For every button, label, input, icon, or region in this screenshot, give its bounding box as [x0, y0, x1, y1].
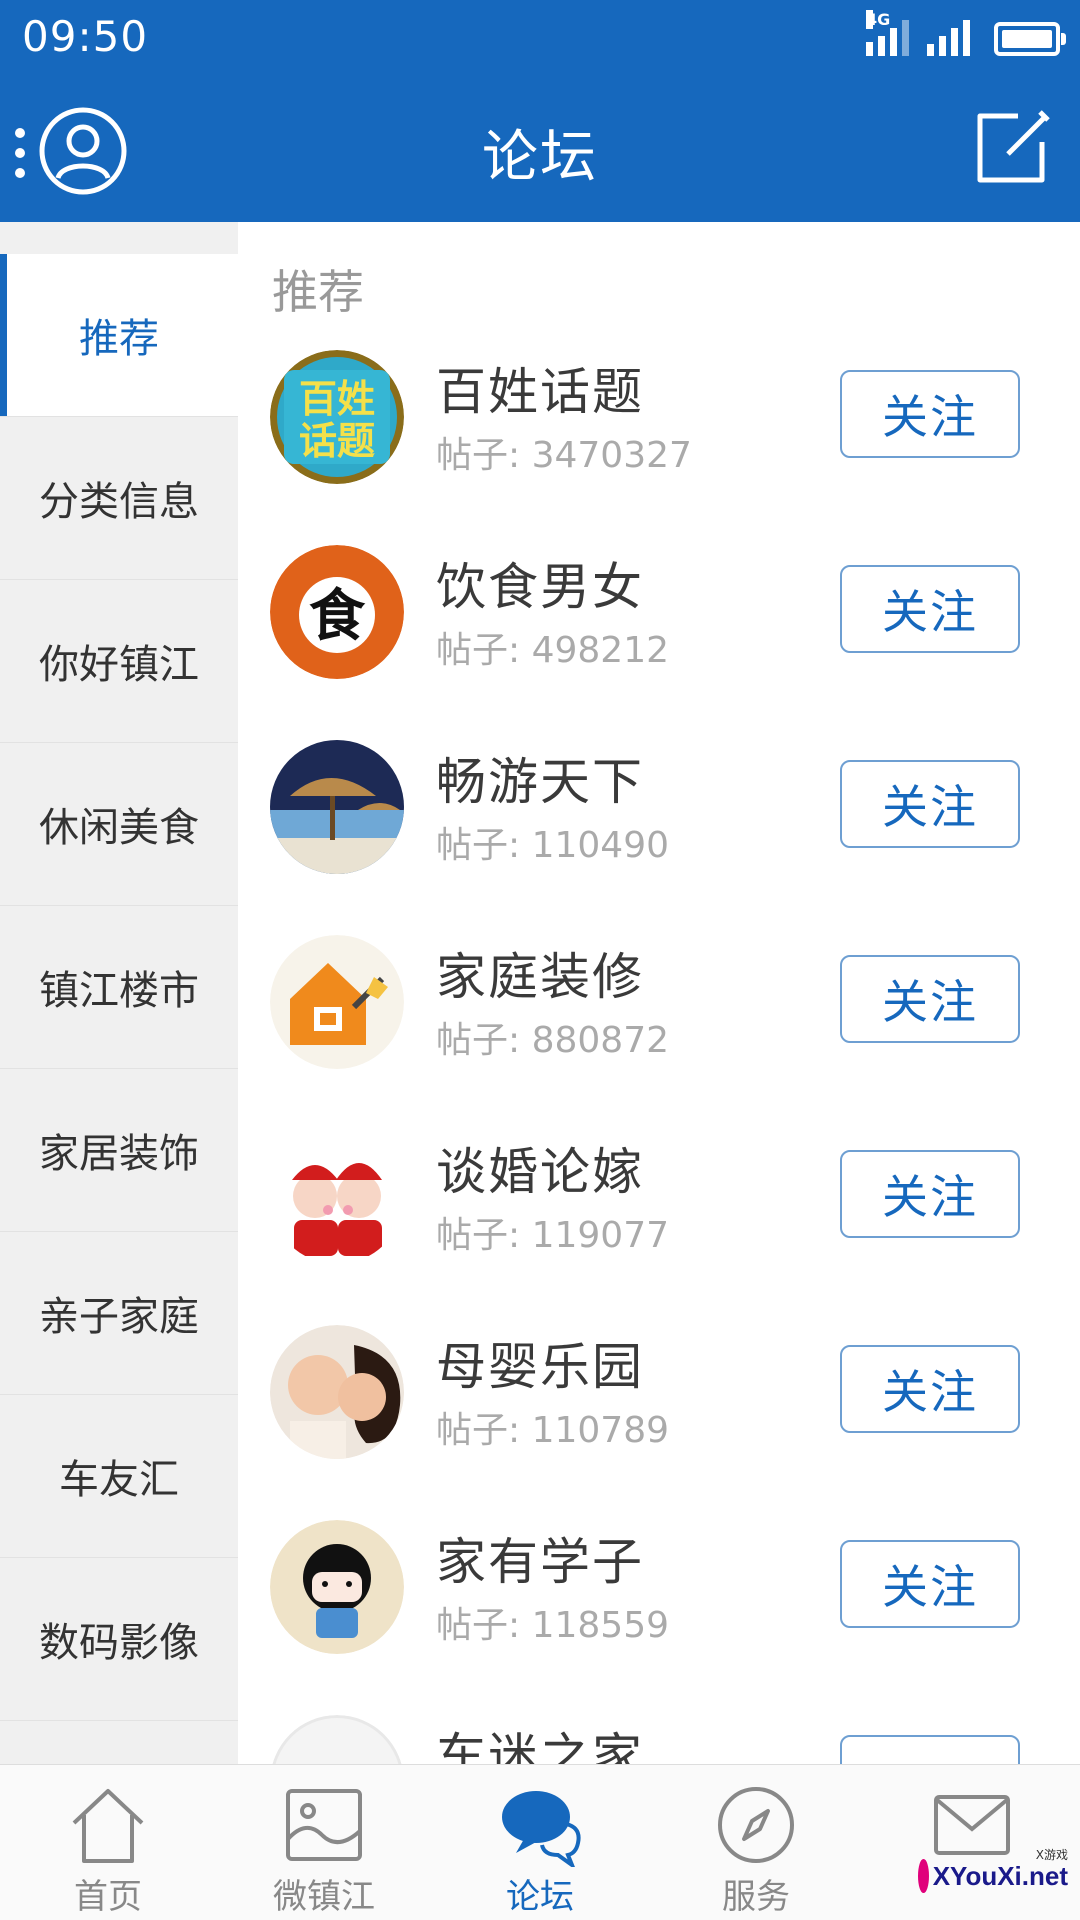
home-icon: [72, 1789, 144, 1863]
sidebar-item-hello-zhenjiang[interactable]: 你好镇江: [0, 580, 238, 743]
forum-list-panel: 推荐 百姓 话题 百姓话题 帖子: 3470327 关注 食 饮食男女 帖子: …: [238, 222, 1080, 1764]
follow-button[interactable]: 关注: [840, 565, 1020, 653]
forum-name: 饮食男女: [436, 558, 644, 616]
sidebar-item-car-club[interactable]: 车友汇: [0, 1395, 238, 1558]
sidebar-spacer: [0, 222, 238, 254]
sidebar-item-label: 家居装饰: [39, 1131, 199, 1177]
list-item[interactable]: 家庭装修 帖子: 880872 关注: [238, 935, 1080, 1130]
list-item[interactable]: 家有学子 帖子: 118559 关注: [238, 1520, 1080, 1715]
forum-avatar: [270, 1130, 404, 1264]
follow-button[interactable]: 关注: [840, 1150, 1020, 1238]
sidebar-item-label: 亲子家庭: [39, 1294, 199, 1340]
forum-name: 畅游天下: [436, 753, 644, 811]
sidebar-item-digital[interactable]: 数码影像: [0, 1558, 238, 1721]
network-label: 4G: [866, 10, 891, 29]
forum-avatar: [270, 935, 404, 1069]
forum-post-count: 帖子: 498212: [436, 630, 669, 671]
list-item[interactable]: 车迷之家: [238, 1715, 1080, 1764]
forum-post-count: 帖子: 3470327: [436, 435, 692, 476]
forum-name: 家庭装修: [436, 948, 644, 1006]
follow-button[interactable]: 关注: [840, 370, 1020, 458]
tab-label: 首页: [74, 1877, 142, 1917]
follow-button[interactable]: 关注: [840, 1345, 1020, 1433]
forum-avatar: [270, 740, 404, 874]
forum-post-count: 帖子: 119077: [436, 1215, 669, 1256]
follow-button[interactable]: 关注: [840, 1540, 1020, 1628]
svg-text:话题: 话题: [299, 419, 375, 463]
forum-list: 百姓 话题 百姓话题 帖子: 3470327 关注 食 饮食男女 帖子: 498…: [238, 350, 1080, 1764]
section-title: 推荐: [272, 265, 364, 319]
list-item[interactable]: 母婴乐园 帖子: 110789 关注: [238, 1325, 1080, 1520]
forum-name: 母婴乐园: [436, 1338, 644, 1396]
list-item[interactable]: 百姓 话题 百姓话题 帖子: 3470327 关注: [238, 350, 1080, 545]
chat-bubble-icon: [502, 1791, 581, 1867]
sidebar-item-label: 分类信息: [39, 479, 199, 525]
sidebar-item-classified[interactable]: 分类信息: [0, 417, 238, 580]
sidebar-item-real-estate[interactable]: 镇江楼市: [0, 906, 238, 1069]
compass-icon: [718, 1787, 794, 1863]
watermark-small-text: X游戏: [1035, 1848, 1068, 1862]
watermark-logo: X游戏 XYouXi.net: [918, 1846, 1068, 1906]
category-sidebar: 推荐 分类信息 你好镇江 休闲美食 镇江楼市 家居装饰 亲子家庭 车友汇 数码影…: [0, 222, 238, 1764]
status-bar: 09:50 4G: [0, 0, 1080, 76]
forum-post-count: 帖子: 110789: [436, 1410, 669, 1451]
follow-button[interactable]: 关注: [840, 760, 1020, 848]
battery-icon: [994, 22, 1066, 56]
list-item[interactable]: 食 饮食男女 帖子: 498212 关注: [238, 545, 1080, 740]
watermark-text: XYouXi.net: [932, 1860, 1068, 1891]
status-time: 09:50: [22, 12, 149, 61]
sidebar-item-recommend[interactable]: 推荐: [0, 254, 238, 417]
sidebar-item-label: 你好镇江: [39, 642, 199, 688]
svg-text:百姓: 百姓: [299, 377, 375, 421]
tab-forum[interactable]: 论坛: [432, 1765, 648, 1920]
sidebar-item-family[interactable]: 亲子家庭: [0, 1232, 238, 1395]
sidebar-item-label: 推荐: [79, 316, 159, 362]
follow-button[interactable]: 关注: [840, 955, 1020, 1043]
signal-icon: [927, 16, 970, 56]
tab-label: 服务: [722, 1877, 790, 1917]
forum-post-count: 帖子: 110490: [436, 825, 669, 866]
gamepad-icon: [918, 1859, 929, 1893]
follow-button[interactable]: [840, 1735, 1020, 1764]
forum-avatar: [270, 1520, 404, 1654]
sidebar-item-home-decor[interactable]: 家居装饰: [0, 1069, 238, 1232]
forum-avatar: [270, 1325, 404, 1459]
signal-4g-icon: 4G: [866, 10, 909, 56]
tab-micro-zhenjiang[interactable]: 微镇江: [216, 1765, 432, 1920]
page-title: 论坛: [482, 125, 598, 190]
top-app-bar: 论坛: [0, 76, 1080, 222]
app-screen: 09:50 4G 论坛 推荐 分类信息 你好镇江 休闲美食 镇江楼市 家居装饰 …: [0, 0, 1080, 1920]
tab-services[interactable]: 服务: [648, 1765, 864, 1920]
sidebar-item-label: 车友汇: [59, 1457, 179, 1503]
forum-post-count: 帖子: 118559: [436, 1605, 669, 1646]
tab-label: 微镇江: [273, 1877, 375, 1917]
forum-avatar: [272, 1715, 402, 1764]
forum-name: 车迷之家: [436, 1728, 644, 1764]
compose-icon[interactable]: [972, 108, 1052, 188]
forum-name: 谈婚论嫁: [436, 1143, 644, 1201]
forum-avatar: 百姓 话题: [270, 350, 404, 484]
tab-home[interactable]: 首页: [0, 1765, 216, 1920]
image-icon: [286, 1789, 362, 1861]
list-item[interactable]: 畅游天下 帖子: 110490 关注: [238, 740, 1080, 935]
list-item[interactable]: 谈婚论嫁 帖子: 119077 关注: [238, 1130, 1080, 1325]
sidebar-item-label: 休闲美食: [39, 805, 199, 851]
sidebar-item-label: 数码影像: [39, 1620, 199, 1666]
sidebar-item-label: 镇江楼市: [39, 968, 199, 1014]
forum-avatar: 食: [270, 545, 404, 679]
forum-name: 百姓话题: [436, 363, 644, 421]
tab-label: 论坛: [506, 1877, 574, 1917]
sidebar-item-food[interactable]: 休闲美食: [0, 743, 238, 906]
svg-text:食: 食: [309, 583, 366, 649]
forum-post-count: 帖子: 880872: [436, 1020, 669, 1061]
forum-name: 家有学子: [436, 1533, 644, 1591]
status-icons: 4G: [866, 10, 1066, 56]
